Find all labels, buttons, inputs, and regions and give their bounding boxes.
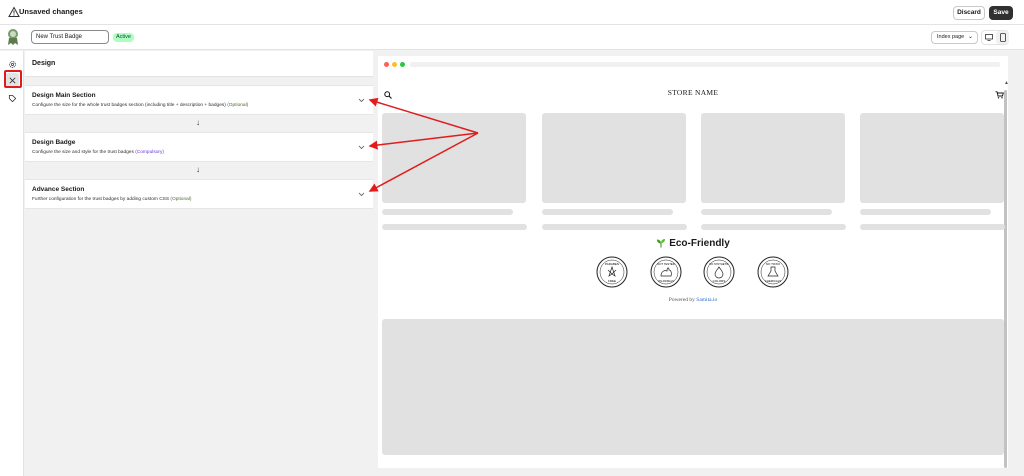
chevron-down-icon: ⌄ (967, 34, 973, 40)
discard-button[interactable]: Discard (953, 6, 985, 20)
section-title: Design Main Section (32, 92, 96, 99)
rail-badge-button[interactable] (5, 91, 19, 105)
mobile-view-button[interactable] (996, 31, 1009, 44)
left-rail (0, 51, 24, 476)
section-design-main[interactable]: Design Main Section Configure the size f… (25, 85, 373, 115)
save-button[interactable]: Save (989, 6, 1013, 20)
unsaved-changes-title: Unsaved changes (19, 7, 83, 16)
cart-icon (995, 91, 1004, 99)
text-placeholder (860, 209, 991, 215)
top-bar: Unsaved changes Discard Save (0, 0, 1024, 25)
scrollbar[interactable] (1004, 90, 1007, 468)
svg-text:FREE: FREE (608, 279, 616, 283)
product-placeholder (860, 113, 1004, 203)
product-placeholder (701, 113, 845, 203)
not-tested-on-animals-badge: NOT TESTED ON ANIMALS (650, 256, 682, 288)
trust-badge-title: Eco-Friendly (378, 238, 1008, 249)
rail-settings-button[interactable] (5, 57, 19, 71)
section-description: Configure the size and style for the tru… (32, 150, 164, 155)
chevron-down-icon (358, 98, 365, 103)
minimize-dot-icon (392, 62, 397, 67)
text-placeholder (701, 224, 846, 230)
no-toxic-chemicals-badge: NO TOXIC CHEMICALS (757, 256, 789, 288)
svg-text:PARABEN: PARABEN (605, 262, 619, 266)
chevron-down-icon (358, 145, 365, 150)
panel-header: Design (25, 51, 373, 77)
sprout-icon (657, 239, 666, 248)
svg-text:CHEMICALS: CHEMICALS (765, 279, 781, 283)
svg-text:NO SYNTHETIC: NO SYNTHETIC (709, 262, 728, 266)
app-logo-icon (8, 29, 18, 45)
chevron-down-icon (358, 192, 365, 197)
desktop-icon (984, 34, 993, 41)
store-preview: ▲ STORE NAME Eco-Friendly PARABEN FREE N… (378, 56, 1009, 468)
panel-title: Design (32, 60, 56, 67)
text-placeholder (542, 224, 687, 230)
badge-name-input[interactable]: New Trust Badge (31, 30, 109, 44)
section-design-badge[interactable]: Design Badge Configure the size and styl… (25, 132, 373, 162)
tag-icon (8, 94, 16, 102)
design-panel: Design Design Main Section Configure the… (25, 51, 373, 476)
section-title: Advance Section (32, 186, 85, 193)
down-arrow-icon: ↓ (196, 165, 200, 174)
text-placeholder (382, 224, 527, 230)
design-tab-highlight (4, 70, 22, 88)
editor-header: New Trust Badge Active Index page ⌄ (0, 25, 1024, 50)
scroll-up-icon[interactable]: ▲ (1004, 80, 1009, 86)
gear-icon (8, 60, 16, 68)
address-bar (410, 62, 1000, 67)
svg-text:COLORS: COLORS (713, 279, 726, 283)
page-select-value: Index page (937, 34, 965, 40)
status-badge: Active (113, 33, 134, 42)
maximize-dot-icon (400, 62, 405, 67)
device-toggle (981, 30, 1009, 45)
section-advance[interactable]: Advance Section Further configuration fo… (25, 179, 373, 209)
no-synthetic-colors-badge: NO SYNTHETIC COLORS (703, 256, 735, 288)
samita-link[interactable]: Samita.io (696, 297, 717, 303)
section-title: Design Badge (32, 139, 76, 146)
svg-text:ON ANIMALS: ON ANIMALS (658, 279, 674, 283)
product-placeholder (542, 113, 686, 203)
mobile-icon (999, 33, 1006, 42)
text-placeholder (542, 209, 673, 215)
section-description: Further configuration for the trust badg… (32, 197, 192, 202)
store-name: STORE NAME (667, 88, 719, 97)
close-dot-icon (384, 62, 389, 67)
text-placeholder (382, 209, 513, 215)
down-arrow-icon: ↓ (196, 118, 200, 127)
powered-by: Powered by Samita.io (668, 297, 718, 303)
product-placeholder (382, 113, 526, 203)
desktop-view-button[interactable] (982, 31, 995, 44)
text-placeholder (860, 224, 1005, 230)
svg-text:NO TOXIC: NO TOXIC (766, 262, 781, 266)
svg-text:NOT TESTED: NOT TESTED (657, 262, 675, 266)
paraben-free-badge: PARABEN FREE (596, 256, 628, 288)
content-placeholder (382, 319, 1004, 455)
page-select[interactable]: Index page ⌄ (931, 31, 978, 44)
text-placeholder (701, 209, 832, 215)
section-description: Configure the size for the whole trust b… (32, 103, 249, 108)
